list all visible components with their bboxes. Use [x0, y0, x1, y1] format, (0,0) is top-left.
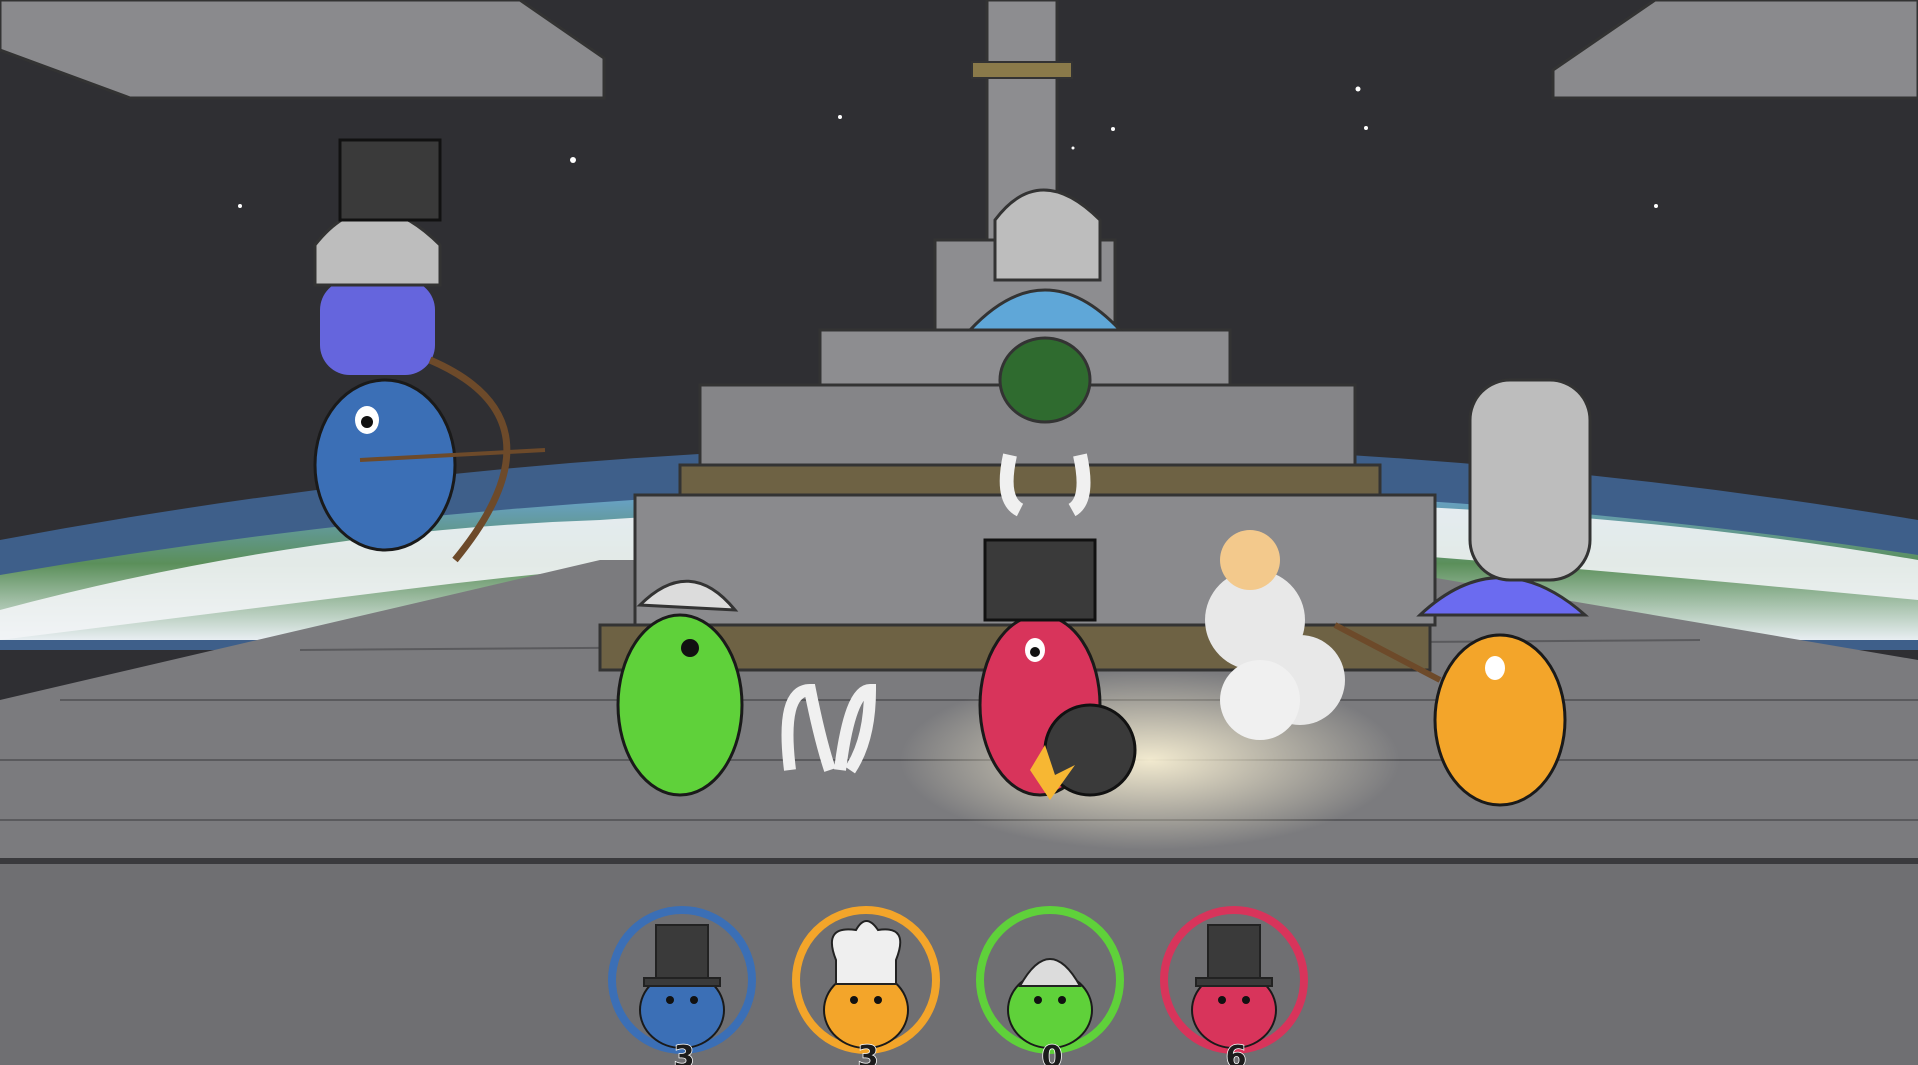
robin-hood-hat-icon [998, 336, 1092, 424]
knight-helmet-icon [1468, 378, 1592, 582]
game-viewport: 3306 [0, 0, 1918, 1065]
hud-background [0, 860, 1918, 1065]
top-hat-icon [983, 538, 1097, 622]
spire-band [971, 61, 1073, 79]
roof-overhang-left [0, 0, 606, 100]
wizard-hat-icon [320, 280, 435, 375]
top-hat-icon [338, 138, 442, 222]
tower-trim [678, 463, 1382, 497]
hud-divider [0, 858, 1918, 864]
game-scene [0, 0, 1918, 1065]
